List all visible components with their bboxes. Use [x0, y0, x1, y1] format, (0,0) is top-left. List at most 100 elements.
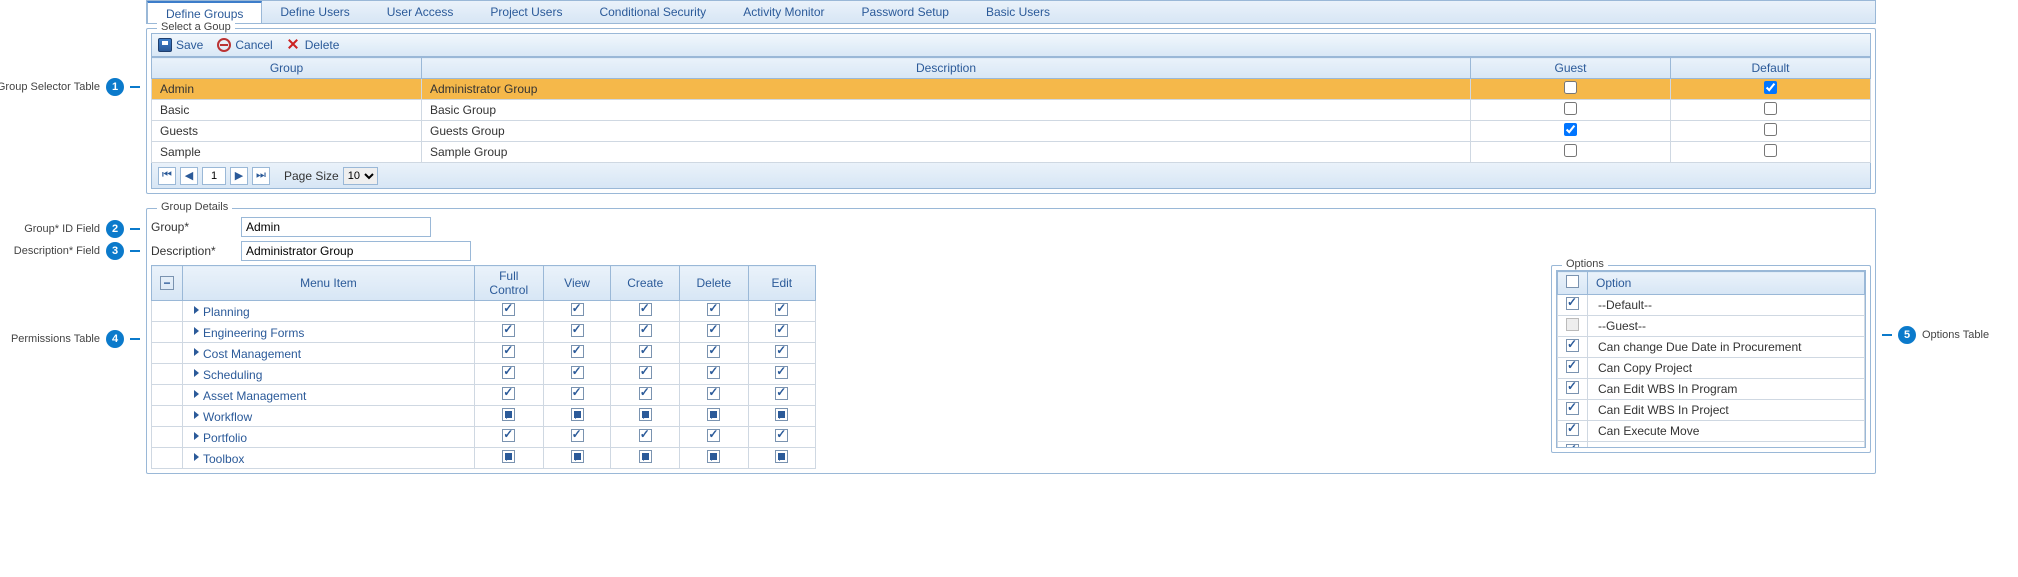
- tab-project-users[interactable]: Project Users: [472, 1, 581, 23]
- perm-checkbox[interactable]: [775, 366, 788, 379]
- table-row[interactable]: AdminAdministrator Group: [152, 79, 1871, 100]
- pager-first[interactable]: ⏮: [158, 167, 176, 185]
- description-field[interactable]: [241, 241, 471, 261]
- pager-prev[interactable]: ◀: [180, 167, 198, 185]
- opt-col-option[interactable]: Option: [1588, 272, 1865, 295]
- perm-col-full[interactable]: Full Control: [474, 266, 543, 301]
- perm-checkbox[interactable]: [571, 408, 584, 421]
- perm-checkbox[interactable]: [707, 324, 720, 337]
- table-row[interactable]: Planning: [152, 301, 816, 322]
- expand-icon[interactable]: [191, 346, 203, 358]
- tab-define-users[interactable]: Define Users: [262, 1, 368, 23]
- expand-icon[interactable]: [191, 304, 203, 316]
- table-row[interactable]: --Guest--: [1558, 316, 1865, 337]
- group-id-field[interactable]: [241, 217, 431, 237]
- perm-checkbox[interactable]: [502, 303, 515, 316]
- perm-checkbox[interactable]: [639, 408, 652, 421]
- perm-checkbox[interactable]: [502, 387, 515, 400]
- perm-checkbox[interactable]: [502, 429, 515, 442]
- perm-checkbox[interactable]: [639, 450, 652, 463]
- tab-basic-users[interactable]: Basic Users: [968, 1, 1069, 23]
- expand-icon[interactable]: [191, 451, 203, 463]
- expand-icon[interactable]: [191, 367, 203, 379]
- tab-password-setup[interactable]: Password Setup: [844, 1, 968, 23]
- page-size-select[interactable]: 10: [343, 167, 378, 185]
- save-button[interactable]: Save: [158, 38, 203, 52]
- perm-col-expand[interactable]: [152, 266, 183, 301]
- guest-checkbox[interactable]: [1564, 81, 1577, 94]
- table-row[interactable]: BasicBasic Group: [152, 100, 1871, 121]
- cancel-button[interactable]: Cancel: [217, 38, 272, 52]
- option-checkbox[interactable]: [1566, 297, 1579, 310]
- pager-last[interactable]: ⏭: [252, 167, 270, 185]
- perm-checkbox[interactable]: [571, 324, 584, 337]
- expand-icon[interactable]: [191, 409, 203, 421]
- options-table[interactable]: Option --Default----Guest--Can change Du…: [1557, 271, 1865, 448]
- table-row[interactable]: Can Lock/Unlock Schedules: [1558, 442, 1865, 449]
- table-row[interactable]: Can Execute Move: [1558, 421, 1865, 442]
- opt-col-check[interactable]: [1558, 272, 1588, 295]
- perm-checkbox[interactable]: [707, 303, 720, 316]
- table-row[interactable]: --Default--: [1558, 295, 1865, 316]
- perm-checkbox[interactable]: [502, 408, 515, 421]
- guest-checkbox[interactable]: [1564, 123, 1577, 136]
- default-checkbox[interactable]: [1764, 81, 1777, 94]
- option-checkbox[interactable]: [1566, 339, 1579, 352]
- perm-checkbox[interactable]: [775, 324, 788, 337]
- delete-button[interactable]: Delete: [287, 38, 340, 52]
- table-row[interactable]: Engineering Forms: [152, 322, 816, 343]
- perm-col-view[interactable]: View: [543, 266, 611, 301]
- perm-checkbox[interactable]: [571, 303, 584, 316]
- pager-page-input[interactable]: [202, 167, 226, 185]
- default-checkbox[interactable]: [1764, 144, 1777, 157]
- table-row[interactable]: Can change Due Date in Procurement: [1558, 337, 1865, 358]
- perm-checkbox[interactable]: [775, 408, 788, 421]
- perm-checkbox[interactable]: [502, 450, 515, 463]
- perm-checkbox[interactable]: [502, 366, 515, 379]
- perm-checkbox[interactable]: [571, 366, 584, 379]
- table-row[interactable]: Scheduling: [152, 364, 816, 385]
- group-selector-table[interactable]: Group Description Guest Default AdminAdm…: [151, 57, 1871, 163]
- expand-icon[interactable]: [191, 388, 203, 400]
- collapse-all-icon[interactable]: [160, 276, 174, 290]
- select-all-checkbox[interactable]: [1566, 275, 1579, 288]
- tab-user-access[interactable]: User Access: [369, 1, 473, 23]
- table-row[interactable]: Cost Management: [152, 343, 816, 364]
- col-group[interactable]: Group: [152, 58, 422, 79]
- perm-checkbox[interactable]: [775, 345, 788, 358]
- option-checkbox[interactable]: [1566, 423, 1579, 436]
- perm-checkbox[interactable]: [775, 429, 788, 442]
- guest-checkbox[interactable]: [1564, 144, 1577, 157]
- perm-checkbox[interactable]: [639, 303, 652, 316]
- perm-col-menuitem[interactable]: Menu Item: [183, 266, 475, 301]
- perm-checkbox[interactable]: [775, 303, 788, 316]
- perm-checkbox[interactable]: [571, 450, 584, 463]
- table-row[interactable]: GuestsGuests Group: [152, 121, 1871, 142]
- table-row[interactable]: Workflow: [152, 406, 816, 427]
- tab-activity-monitor[interactable]: Activity Monitor: [725, 1, 843, 23]
- guest-checkbox[interactable]: [1564, 102, 1577, 115]
- default-checkbox[interactable]: [1764, 102, 1777, 115]
- perm-col-edit[interactable]: Edit: [748, 266, 815, 301]
- default-checkbox[interactable]: [1764, 123, 1777, 136]
- perm-checkbox[interactable]: [707, 450, 720, 463]
- perm-checkbox[interactable]: [639, 429, 652, 442]
- perm-checkbox[interactable]: [502, 345, 515, 358]
- table-row[interactable]: SampleSample Group: [152, 142, 1871, 163]
- option-checkbox[interactable]: [1566, 402, 1579, 415]
- table-row[interactable]: Portfolio: [152, 427, 816, 448]
- expand-icon[interactable]: [191, 430, 203, 442]
- expand-icon[interactable]: [191, 325, 203, 337]
- table-row[interactable]: Toolbox: [152, 448, 816, 469]
- perm-checkbox[interactable]: [571, 387, 584, 400]
- perm-checkbox[interactable]: [707, 345, 720, 358]
- perm-checkbox[interactable]: [707, 387, 720, 400]
- option-checkbox[interactable]: [1566, 381, 1579, 394]
- perm-checkbox[interactable]: [502, 324, 515, 337]
- perm-col-create[interactable]: Create: [611, 266, 680, 301]
- perm-checkbox[interactable]: [639, 345, 652, 358]
- pager-next[interactable]: ▶: [230, 167, 248, 185]
- perm-checkbox[interactable]: [639, 324, 652, 337]
- tab-define-groups[interactable]: Define Groups: [147, 1, 262, 23]
- perm-col-delete[interactable]: Delete: [680, 266, 749, 301]
